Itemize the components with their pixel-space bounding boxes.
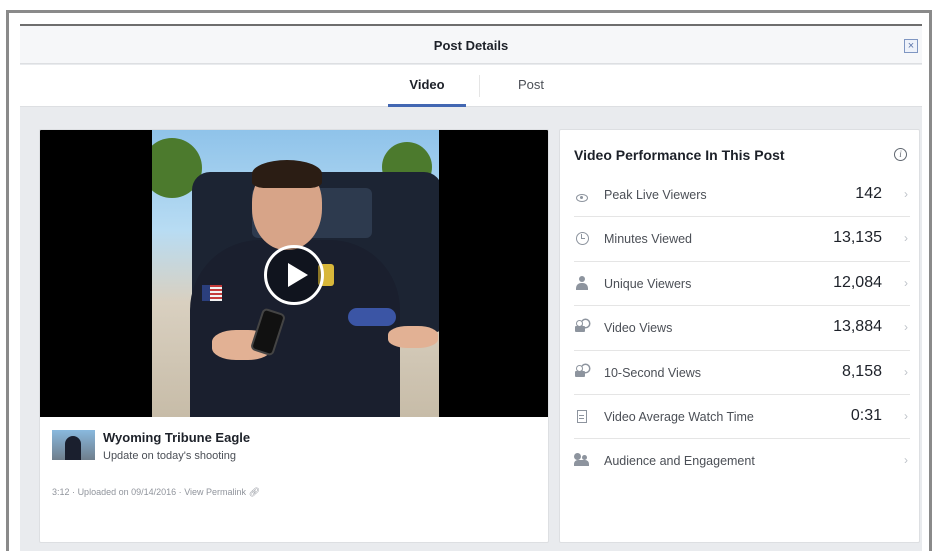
chevron-right-icon: › [904,408,908,423]
metric-label: Minutes Viewed [604,232,693,247]
play-icon[interactable] [264,245,324,305]
metric-video-views[interactable]: Video Views 13,884 › [574,306,910,351]
metric-10-second-views[interactable]: 10-Second Views 8,158 › [574,351,910,395]
meta-separator: · [178,487,182,497]
metric-average-watch-time[interactable]: Video Average Watch Time 0:31 › [574,395,910,440]
chevron-right-icon: › [904,231,908,246]
metric-label: Video Views [604,321,673,336]
dialog-title: Post Details [433,38,509,53]
video-player[interactable] [40,130,548,417]
post-details-dialog: Post Details × Video Post Wyoming Tribun… [20,24,922,551]
performance-title: Video Performance In This Post [574,147,785,163]
chevron-right-icon: › [904,187,908,201]
tab-divider [479,75,480,97]
page-name-link[interactable]: Wyoming Tribune Eagle [103,430,250,445]
group-icon [574,453,590,469]
meta-separator: · [72,487,76,497]
film-icon [574,409,590,425]
metric-value: 13,884 [833,318,882,336]
metric-value: 12,084 [833,273,882,291]
metrics-list: Peak Live Viewers 142 › Minutes Viewed 1… [574,173,910,484]
metric-minutes-viewed[interactable]: Minutes Viewed 13,135 › [574,217,910,262]
metric-label: 10-Second Views [604,365,702,380]
metric-label: Unique Viewers [604,276,692,291]
metric-value: 142 [855,185,882,202]
eye-icon [574,187,590,203]
metric-label: Video Average Watch Time [604,409,754,424]
video-post-card: Wyoming Tribune Eagle Update on today's … [39,129,549,543]
link-icon: 🔗︎ [248,487,260,497]
person-icon [574,275,590,292]
post-meta: 3:12 · Uploaded on 09/14/2016 · View Per… [52,487,260,498]
tab-post[interactable]: Post [498,65,564,107]
tab-video[interactable]: Video [388,65,466,107]
page-avatar[interactable] [52,430,95,460]
post-description: Update on today's shooting [103,450,236,462]
metric-peak-live-viewers[interactable]: Peak Live Viewers 142 › [574,173,910,218]
dialog-header: Post Details × [20,26,922,64]
tabs-bar: Video Post [20,65,922,107]
upload-date: Uploaded on 09/14/2016 [77,487,177,497]
view-permalink-link[interactable]: View Permalink [184,487,246,497]
metric-value: 13,135 [833,229,882,247]
clock-icon [574,231,590,247]
metric-audience-engagement[interactable]: Audience and Engagement › [574,439,910,483]
close-button[interactable]: × [904,39,918,53]
metric-unique-viewers[interactable]: Unique Viewers 12,084 › [574,262,910,307]
metric-label: Audience and Engagement [604,454,755,469]
video-camera-icon [574,320,590,336]
metric-value: 0:31 [850,406,882,424]
info-icon[interactable]: i [894,148,907,161]
video-performance-card: Video Performance In This Post i Peak Li… [559,129,920,543]
chevron-right-icon: › [904,275,908,290]
video-duration: 3:12 [52,487,70,497]
chevron-right-icon: › [904,320,908,335]
metric-value: 8,158 [841,362,882,380]
video-camera-icon [574,364,590,381]
chevron-right-icon: › [904,364,908,379]
chevron-right-icon: › [904,453,908,468]
metric-label: Peak Live Viewers [604,188,707,202]
